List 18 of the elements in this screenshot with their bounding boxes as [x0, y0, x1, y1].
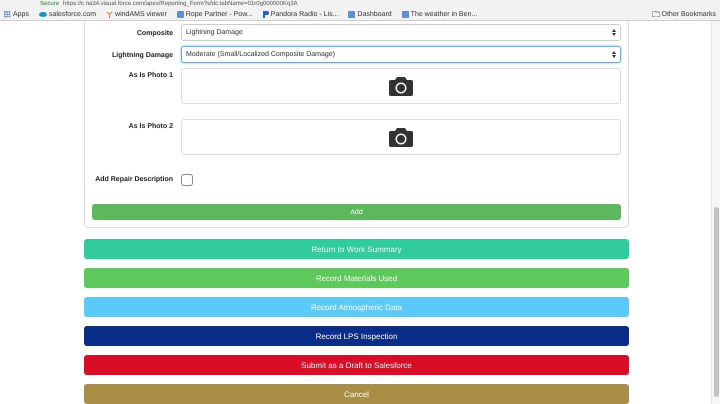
cloud-icon: [38, 12, 47, 16]
folder-icon: [652, 11, 660, 17]
page-icon: [176, 10, 184, 18]
page-icon: [402, 10, 409, 18]
action-button[interactable]: Submit as a Draft to Salesforce: [84, 355, 629, 375]
checkbox[interactable]: [181, 174, 193, 186]
camera-icon[interactable]: [389, 128, 413, 146]
turbine-icon: [106, 10, 114, 18]
photo-upload-field[interactable]: [181, 68, 621, 104]
updown-icon: [612, 51, 616, 58]
flag-icon: [262, 10, 269, 18]
action-button[interactable]: Record LPS Inspection: [84, 326, 629, 346]
updown-icon: [612, 29, 616, 36]
grid-icon: [4, 10, 11, 18]
photo-upload-field[interactable]: [181, 119, 621, 155]
page-icon: [348, 10, 356, 18]
camera-icon[interactable]: [389, 76, 413, 96]
scrollbar[interactable]: [711, 21, 720, 404]
